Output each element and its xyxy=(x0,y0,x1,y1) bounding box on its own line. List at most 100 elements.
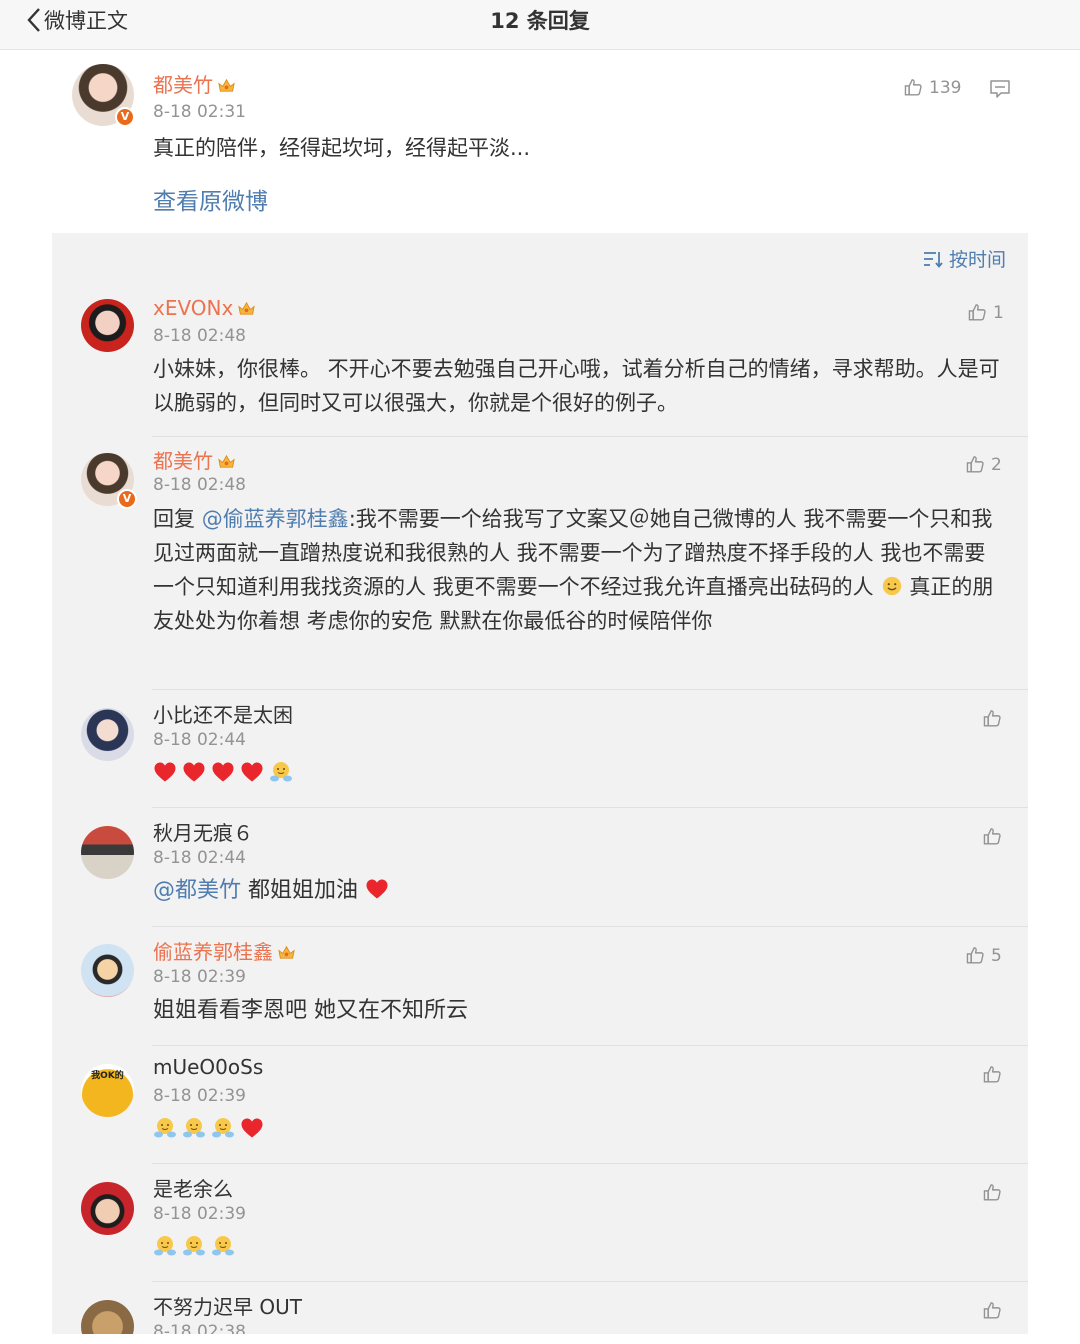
heart-emoji-icon xyxy=(153,761,177,783)
reply-item: 是老余么 8-18 02:39 xyxy=(52,1164,1028,1281)
heart-emoji-icon xyxy=(211,761,235,783)
reply-author[interactable]: 偷蓝养郭桂鑫 xyxy=(153,936,296,965)
page-title: 12 条回复 xyxy=(490,9,590,33)
thumbs-up-icon xyxy=(965,454,986,475)
thumbs-up-icon xyxy=(982,826,1003,847)
avatar[interactable] xyxy=(81,944,134,997)
reply-emojis xyxy=(153,756,298,790)
reply-time: 8-18 02:39 xyxy=(153,967,246,987)
verified-badge-icon: V xyxy=(115,107,135,127)
reply-emojis xyxy=(153,1112,269,1146)
sort-by-time-button[interactable]: 按时间 xyxy=(923,245,1006,272)
post-author[interactable]: 都美竹 xyxy=(153,69,236,98)
reply-text: @都美竹 都姐姐加油 xyxy=(153,874,394,908)
post-like-button[interactable]: 139 xyxy=(903,77,961,98)
reply-like-button[interactable] xyxy=(982,708,1008,729)
thumbs-up-icon xyxy=(967,302,988,323)
vip-crown-icon xyxy=(237,300,256,317)
hug-emoji-icon xyxy=(153,1235,177,1257)
reply-like-button[interactable] xyxy=(982,1182,1008,1203)
reply-text: 回复 @偷蓝养郭桂鑫:我不需要一个给我写了文案又＠她自己微博的人 我不需要一个只… xyxy=(153,502,1003,638)
reply-like-button[interactable] xyxy=(982,1300,1008,1321)
hug-emoji-icon xyxy=(211,1117,235,1139)
thumbs-up-icon xyxy=(982,1182,1003,1203)
bottom-edge xyxy=(0,1334,1080,1344)
mention-link[interactable]: @都美竹 xyxy=(153,878,241,903)
vip-crown-icon xyxy=(217,77,236,94)
reply-like-button[interactable]: 1 xyxy=(967,302,1004,323)
reply-time: 8-18 02:39 xyxy=(153,1086,246,1106)
vip-crown-icon xyxy=(277,944,296,961)
heart-emoji-icon xyxy=(365,878,389,900)
reply-like-button[interactable]: 5 xyxy=(965,945,1002,966)
sort-label: 按时间 xyxy=(948,249,1006,271)
reply-item: 我OK的 mUeO0oSs 8-18 02:39 xyxy=(52,1046,1028,1163)
reply-author[interactable]: 小比还不是太困 xyxy=(153,699,293,728)
hug-emoji-icon xyxy=(211,1235,235,1257)
reply-emojis xyxy=(153,1230,240,1264)
reply-item: 偷蓝养郭桂鑫 8-18 02:39 姐姐看看李恩吧 她又在不知所云 5 xyxy=(52,927,1028,1045)
reply-author[interactable]: 是老余么 xyxy=(153,1173,233,1202)
comment-icon[interactable] xyxy=(989,79,1011,99)
reply-author[interactable]: 不努力迟早 OUT xyxy=(153,1291,302,1320)
reply-author-name: 偷蓝养郭桂鑫 xyxy=(153,940,273,964)
post-like-count: 139 xyxy=(929,77,962,98)
post-author-name: 都美竹 xyxy=(153,73,213,97)
reply-item: 小比还不是太困 8-18 02:44 xyxy=(52,690,1028,807)
reply-like-button[interactable]: 2 xyxy=(965,454,1002,475)
reply-time: 8-18 02:44 xyxy=(153,848,246,868)
reply-time: 8-18 02:44 xyxy=(153,730,246,750)
thumbs-up-icon xyxy=(982,1064,1003,1085)
reply-text: 小妹妹，你很棒。 不开心不要去勉强自己开心哦，试着分析自己的情绪，寻求帮助。人是… xyxy=(153,357,1000,415)
reply-item: 不努力迟早 OUT 8-18 02:38 xyxy=(52,1282,1028,1334)
thumbs-up-icon xyxy=(903,77,924,98)
reply-author-name: xEVONx xyxy=(153,296,234,320)
reply-author[interactable]: xEVONx xyxy=(153,296,256,320)
heart-emoji-icon xyxy=(240,1117,264,1139)
reply-author[interactable]: mUeO0oSs xyxy=(153,1055,263,1079)
avatar[interactable] xyxy=(81,708,134,761)
reply-prefix: 回复 xyxy=(153,507,202,531)
heart-emoji-icon xyxy=(240,761,264,783)
hug-emoji-icon xyxy=(153,1117,177,1139)
reply-author[interactable]: 秋月无痕６ xyxy=(153,817,253,846)
avatar-text: 我OK的 xyxy=(91,1071,124,1081)
original-comment: V 都美竹 8-18 02:31 真正的陪伴，经得起坎坷，经得起平淡... 查看… xyxy=(0,51,1080,233)
avatar[interactable] xyxy=(81,826,134,879)
reply-item: xEVONx 8-18 02:48 小妹妹，你很棒。 不开心不要去勉强自己开心哦… xyxy=(52,289,1028,437)
smile-emoji-icon xyxy=(880,575,904,597)
reply-time: 8-18 02:48 xyxy=(153,326,246,346)
reply-text: 姐姐看看李恩吧 她又在不知所云 xyxy=(153,998,468,1023)
avatar[interactable] xyxy=(81,1300,134,1334)
navigation-bar: 微博正文 12 条回复 xyxy=(0,0,1080,50)
hug-emoji-icon xyxy=(182,1235,206,1257)
reply-item: 秋月无痕６ 8-18 02:44 @都美竹 都姐姐加油 xyxy=(52,808,1028,926)
avatar[interactable]: 我OK的 xyxy=(81,1064,134,1117)
reply-like-button[interactable] xyxy=(982,826,1008,847)
reply-author[interactable]: 都美竹 xyxy=(153,445,236,474)
hug-emoji-icon xyxy=(269,761,293,783)
replies-panel: 按时间 xEVONx 8-18 02:48 小妹妹，你很棒。 不开心不要去勉强自… xyxy=(52,233,1028,1334)
post-text: 真正的陪伴，经得起坎坷，经得起平淡... xyxy=(153,136,531,160)
reply-time: 8-18 02:48 xyxy=(153,475,246,495)
avatar[interactable] xyxy=(81,1182,134,1235)
hug-emoji-icon xyxy=(182,1117,206,1139)
avatar[interactable] xyxy=(81,299,134,352)
heart-emoji-icon xyxy=(182,761,206,783)
reply-text-part: 都姐姐加油 xyxy=(241,878,366,903)
reply-item: V 都美竹 8-18 02:48 回复 @偷蓝养郭桂鑫:我不需要一个给我写了文案… xyxy=(52,437,1028,689)
thumbs-up-icon xyxy=(982,1300,1003,1321)
view-original-link[interactable]: 查看原微博 xyxy=(153,182,268,216)
thumbs-up-icon xyxy=(965,945,986,966)
reply-author-name: 都美竹 xyxy=(153,449,213,473)
mention-link[interactable]: @偷蓝养郭桂鑫 xyxy=(202,507,349,531)
reply-like-button[interactable] xyxy=(982,1064,1008,1085)
verified-badge-icon: V xyxy=(117,489,137,509)
sort-icon xyxy=(923,251,943,268)
reply-like-count: 2 xyxy=(991,454,1002,475)
vip-crown-icon xyxy=(217,453,236,470)
post-time: 8-18 02:31 xyxy=(153,102,246,122)
thumbs-up-icon xyxy=(982,708,1003,729)
reply-like-count: 1 xyxy=(993,302,1004,323)
reply-like-count: 5 xyxy=(991,945,1002,966)
